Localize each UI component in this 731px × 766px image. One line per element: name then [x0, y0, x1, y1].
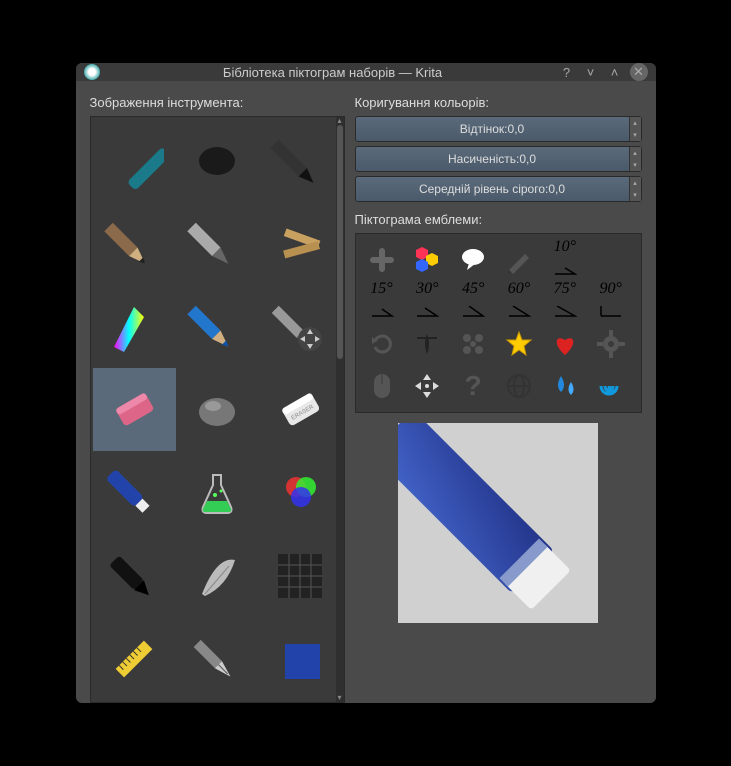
tool-pink-eraser[interactable] — [93, 368, 176, 451]
scroll-up[interactable]: ▴ — [336, 117, 344, 125]
pencil-wood-icon — [104, 214, 164, 274]
titlebar: Бібліотека піктограм наборів — Krita ? ˅… — [76, 63, 656, 81]
mid-down[interactable]: ▾ — [629, 189, 641, 201]
scrollbar[interactable]: ▴ ▾ — [336, 117, 344, 702]
tool-pencil-dark[interactable] — [259, 119, 342, 202]
tool-blue-block[interactable] — [259, 617, 342, 700]
emblem-angle-45[interactable]: 45° — [453, 282, 493, 322]
grid-icon — [270, 546, 330, 606]
white-eraser-icon: ERASER — [270, 380, 330, 440]
tool-image-list[interactable]: ERASER ▴ ▾ — [90, 116, 345, 703]
emblem-gear[interactable] — [591, 324, 631, 364]
preview-area — [398, 423, 598, 623]
emblem-speech[interactable] — [453, 240, 493, 280]
emblem-mouse[interactable] — [362, 366, 402, 406]
emblem-angle-10[interactable]: 10° — [545, 240, 585, 280]
tool-gray-stone[interactable] — [176, 368, 259, 451]
sat-down[interactable]: ▾ — [629, 159, 641, 171]
wooden-sticks-icon — [270, 214, 330, 274]
tool-rgb-circles[interactable] — [259, 451, 342, 534]
gray-stone-icon — [187, 380, 247, 440]
hue-spinner[interactable]: Відтінок:0,0 ▴▾ — [355, 116, 642, 142]
pencil-gray-icon — [187, 214, 247, 274]
midgray-spinner[interactable]: Середній рівень сірого:0,0 ▴▾ — [355, 176, 642, 202]
preview-eraser-icon — [398, 423, 598, 623]
tool-blue-marker[interactable] — [93, 451, 176, 534]
emblem-pencil[interactable] — [499, 240, 539, 280]
rainbow-brush-icon — [104, 297, 164, 357]
emblem-angle-30[interactable]: 30° — [407, 282, 447, 322]
emblem-angle-60[interactable]: 60° — [499, 282, 539, 322]
tool-wooden-sticks[interactable] — [259, 202, 342, 285]
close-button[interactable]: ✕ — [630, 63, 648, 81]
minimize-button[interactable]: ˅ — [582, 63, 600, 81]
tool-feather[interactable] — [176, 534, 259, 617]
emblem-dots[interactable] — [453, 324, 493, 364]
charcoal-icon — [187, 131, 247, 191]
blue-crayon-icon — [104, 131, 164, 191]
sat-up[interactable]: ▴ — [629, 147, 641, 159]
emblem-angle-90[interactable]: 90° — [591, 282, 631, 322]
color-adjust-label: Коригування кольорів: — [355, 95, 642, 110]
flask-icon — [187, 463, 247, 523]
black-marker-icon — [104, 546, 164, 606]
emblem-rotate[interactable] — [362, 324, 402, 364]
emblem-brush-cross[interactable] — [407, 324, 447, 364]
mid-up[interactable]: ▴ — [629, 177, 641, 189]
pencil-dark-icon — [270, 131, 330, 191]
emblem-angle-75[interactable]: 75° — [545, 282, 585, 322]
tool-blue-pencil[interactable] — [176, 285, 259, 368]
tool-white-eraser[interactable]: ERASER — [259, 368, 342, 451]
emblem-panel: 10° 15° 30° 45° 60° 75° 90° — [355, 233, 642, 413]
emblem-globe[interactable] — [499, 366, 539, 406]
emblem-heart[interactable] — [545, 324, 585, 364]
feather-icon — [187, 546, 247, 606]
rgb-circles-icon — [270, 463, 330, 523]
app-icon — [84, 64, 100, 80]
pink-eraser-icon — [104, 380, 164, 440]
tool-flask[interactable] — [176, 451, 259, 534]
hue-up[interactable]: ▴ — [629, 117, 641, 129]
tool-image-label: Зображення інструмента: — [90, 95, 345, 110]
pen-nib-icon — [187, 629, 247, 689]
emblem-water-drops[interactable] — [545, 366, 585, 406]
emblem-hexagons[interactable] — [407, 240, 447, 280]
saturation-spinner[interactable]: Насиченість:0,0 ▴▾ — [355, 146, 642, 172]
hue-down[interactable]: ▾ — [629, 129, 641, 141]
emblem-icon-label: Піктограма емблеми: — [355, 212, 642, 227]
tool-pencil-gray[interactable] — [176, 202, 259, 285]
tool-ruler-yellow[interactable] — [93, 617, 176, 700]
tool-pencil-wood[interactable] — [93, 202, 176, 285]
emblem-star[interactable] — [499, 324, 539, 364]
tool-charcoal[interactable] — [176, 119, 259, 202]
scroll-thumb[interactable] — [337, 125, 343, 359]
airbrush-move-icon — [270, 297, 330, 357]
maximize-button[interactable]: ˄ — [606, 63, 624, 81]
window-title: Бібліотека піктограм наборів — Krita — [108, 65, 558, 80]
tool-rainbow-brush[interactable] — [93, 285, 176, 368]
tool-blue-crayon[interactable] — [93, 119, 176, 202]
emblem-move-arrows[interactable] — [407, 366, 447, 406]
tool-airbrush-move[interactable] — [259, 285, 342, 368]
blue-block-icon — [270, 629, 330, 689]
emblem-spiral[interactable] — [591, 366, 631, 406]
help-button[interactable]: ? — [558, 63, 576, 81]
tool-black-marker[interactable] — [93, 534, 176, 617]
blue-marker-icon — [104, 463, 164, 523]
emblem-plus[interactable] — [362, 240, 402, 280]
emblem-question[interactable]: ? — [453, 366, 493, 406]
emblem-empty-1[interactable] — [591, 240, 631, 280]
tool-pen-nib[interactable] — [176, 617, 259, 700]
scroll-down[interactable]: ▾ — [336, 694, 344, 702]
dialog-window: Бібліотека піктограм наборів — Krita ? ˅… — [76, 63, 656, 703]
ruler-yellow-icon — [104, 629, 164, 689]
tool-grid[interactable] — [259, 534, 342, 617]
blue-pencil-icon — [187, 297, 247, 357]
emblem-angle-15[interactable]: 15° — [362, 282, 402, 322]
